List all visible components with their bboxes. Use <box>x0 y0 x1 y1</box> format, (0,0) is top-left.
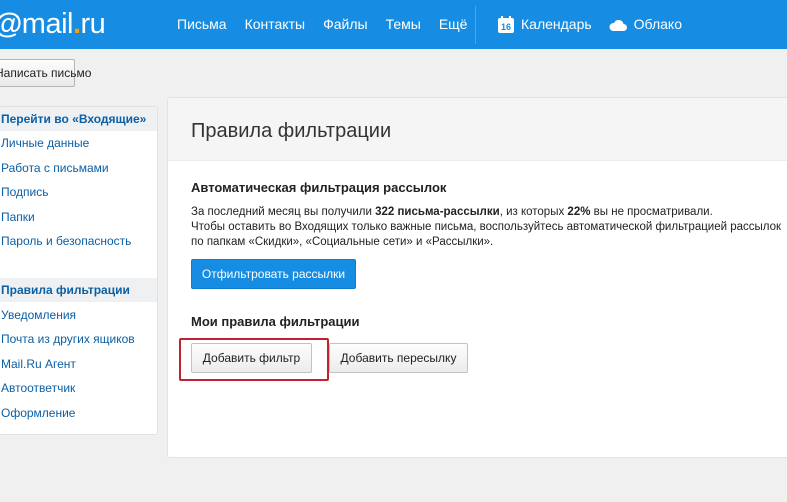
unread-percent: 22% <box>567 206 591 218</box>
mailru-logo[interactable]: @mail.ru <box>0 6 106 42</box>
newsletter-count: 322 письма-рассылки <box>375 206 500 218</box>
sidebar-item-other-mailboxes[interactable]: Почта из других ящиков <box>0 327 157 351</box>
sidebar-item-agent[interactable]: Mail.Ru Агент <box>0 352 157 376</box>
main-nav: Письма Контакты Файлы Темы Ещё <box>177 0 485 49</box>
logo-dot: . <box>72 8 81 40</box>
sidebar-item-security[interactable]: Пароль и безопасность <box>0 229 157 253</box>
sidebar-item-personal[interactable]: Личные данные <box>0 131 157 155</box>
filters-panel: Правила фильтрации Автоматическая фильтр… <box>167 97 787 458</box>
nav-letters[interactable]: Письма <box>177 0 227 49</box>
panel-header: Правила фильтрации <box>168 98 787 161</box>
cloud-icon <box>608 17 628 33</box>
logo-name: mail <box>21 8 74 40</box>
logo-at: @ <box>0 8 22 40</box>
auto-filter-description: За последний месяц вы получили 322 письм… <box>191 205 787 250</box>
sidebar-item-filters[interactable]: Правила фильтрации <box>0 278 157 302</box>
sidebar-item-notifications[interactable]: Уведомления <box>0 303 157 327</box>
sidebar-item-design[interactable]: Оформление <box>0 401 157 425</box>
desc-line-2: Чтобы оставить во Входящих только важные… <box>191 221 782 233</box>
calendar-badge: 16 <box>501 22 511 32</box>
filter-newsletters-button[interactable]: Отфильтровать рассылки <box>191 259 356 289</box>
sidebar-item-inbox[interactable]: Перейти во «Входящие» <box>0 107 157 131</box>
nav-more[interactable]: Ещё <box>439 0 468 49</box>
add-forward-button[interactable]: Добавить пересылку <box>329 343 468 373</box>
top-bar: @mail.ru Письма Контакты Файлы Темы Ещё … <box>0 0 787 49</box>
nav-files[interactable]: Файлы <box>323 0 367 49</box>
sidebar-item-folders[interactable]: Папки <box>0 205 157 229</box>
compose-button[interactable]: Написать письмо <box>0 59 91 87</box>
nav-cloud-label: Облако <box>633 16 682 32</box>
nav-contacts[interactable]: Контакты <box>245 0 305 49</box>
services-nav: 16 Календарь Облако <box>497 0 698 49</box>
nav-cloud[interactable]: Облако <box>608 0 682 49</box>
nav-calendar-label: Календарь <box>521 16 592 32</box>
auto-filter-title: Автоматическая фильтрация рассылок <box>191 180 447 195</box>
sidebar-item-autoreply[interactable]: Автоответчик <box>0 376 157 400</box>
nav-calendar[interactable]: 16 Календарь <box>497 0 592 49</box>
settings-sidebar: Перейти во «Входящие» Личные данные Рабо… <box>0 106 158 435</box>
logo-tld: ru <box>80 8 106 40</box>
desc-line-3: по папкам «Скидки», «Социальные сети» и … <box>191 236 494 248</box>
sidebar-item-letters[interactable]: Работа с письмами <box>0 156 157 180</box>
my-rules-title: Мои правила фильтрации <box>191 314 360 329</box>
nav-themes[interactable]: Темы <box>386 0 421 49</box>
desc-line-1: За последний месяц вы получили 322 письм… <box>191 206 713 218</box>
add-filter-button[interactable]: Добавить фильтр <box>191 343 312 373</box>
sidebar-item-signature[interactable]: Подпись <box>0 180 157 204</box>
calendar-icon: 16 <box>497 15 515 34</box>
page-title: Правила фильтрации <box>191 120 392 142</box>
nav-divider <box>475 6 476 44</box>
